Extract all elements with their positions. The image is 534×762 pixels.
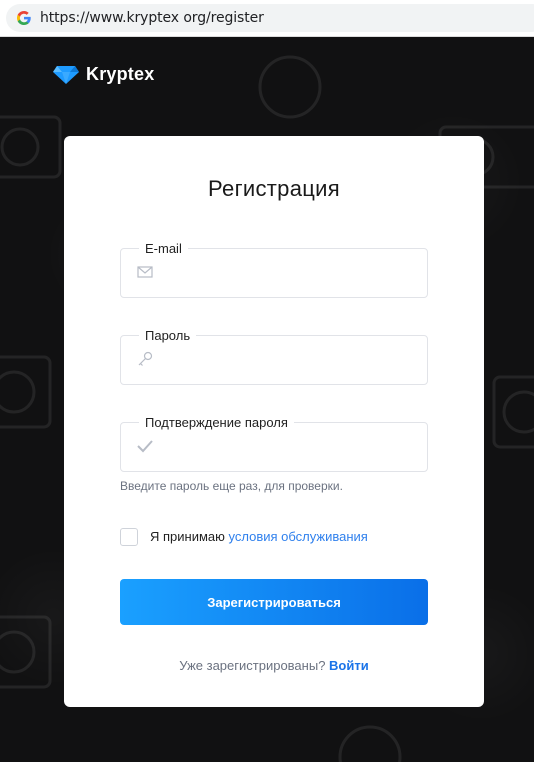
login-prompt: Уже зарегистрированы? [179,658,326,673]
terms-prefix: Я принимаю [150,529,225,544]
email-input[interactable] [165,259,419,289]
gpu-decoration-icon [492,375,534,449]
url-text: https://www.kryptex org/register [40,10,264,26]
email-label: E-mail [139,241,188,257]
gpu-decoration-icon [0,355,52,429]
confirm-password-hint: Введите пароль еще раз, для проверки. [120,479,343,493]
diamond-icon [53,65,79,84]
key-icon [138,351,153,366]
register-button[interactable]: Зарегистрироваться [120,579,428,625]
gpu-decoration-icon [0,115,62,179]
password-field[interactable]: Пароль [120,328,428,385]
kryptex-logo[interactable]: Kryptex [52,64,154,85]
check-icon [137,440,153,453]
terms-link[interactable]: условия обслуживания [229,529,368,544]
email-field[interactable]: E-mail [120,241,428,298]
envelope-icon [137,266,153,278]
password-label: Пароль [139,328,197,344]
terms-checkbox[interactable] [120,528,138,546]
brand-name: Kryptex [86,64,155,84]
coin-decoration-icon [258,55,322,119]
confirm-password-field[interactable]: Подтверждение пароля [120,415,428,472]
registration-card: Регистрация E-mail Пароль Подтверждение … [64,136,484,707]
login-link[interactable]: Войти [329,658,369,673]
google-icon [17,11,31,25]
coin-decoration-icon [338,725,402,762]
login-row: Уже зарегистрированы? Войти [64,658,484,673]
confirm-password-input[interactable] [165,433,419,463]
terms-text: Я принимаю условия обслуживания [150,529,368,544]
password-input[interactable] [165,346,419,376]
page-title: Регистрация [208,176,340,201]
gpu-decoration-icon [0,615,52,689]
browser-address-bar: https://www.kryptex org/register [0,0,534,37]
confirm-password-label: Подтверждение пароля [139,415,294,431]
url-field[interactable]: https://www.kryptex org/register [6,4,534,32]
